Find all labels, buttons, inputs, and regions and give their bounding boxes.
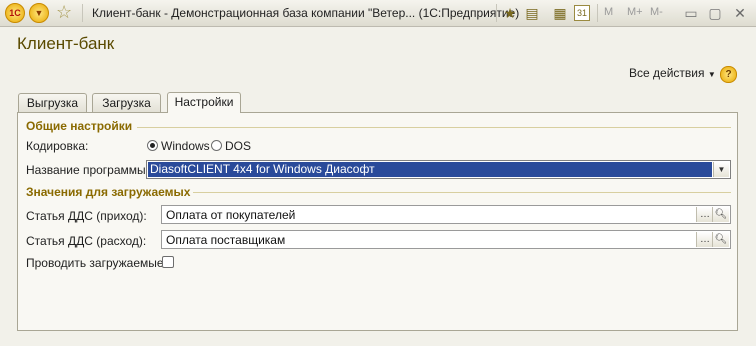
expense-label: Статья ДДС (расход): — [26, 234, 147, 248]
document-icon[interactable]: ▤ — [523, 4, 541, 22]
post-imported-checkbox[interactable] — [162, 256, 174, 268]
select-ellipsis-button[interactable]: … — [696, 207, 713, 222]
window-title: Клиент-банк - Демонстрационная база комп… — [92, 6, 520, 20]
select-ellipsis-button[interactable]: … — [696, 232, 713, 247]
maximize-icon[interactable]: ▢ — [706, 4, 724, 22]
close-icon[interactable]: ✕ — [731, 4, 749, 22]
section-import-title: Значения для загружаемых — [26, 185, 191, 199]
memory-m-button[interactable]: M — [604, 6, 613, 18]
encoding-windows-label[interactable]: Windows — [161, 139, 210, 153]
toolbar-separator — [496, 4, 497, 22]
app-logo-icon[interactable]: 1С — [5, 3, 25, 23]
favorites-icon[interactable]: ★ — [501, 4, 519, 22]
memory-plus-button[interactable]: M+ — [627, 6, 643, 18]
encoding-dos-label[interactable]: DOS — [225, 139, 251, 153]
search-icon[interactable]: 🔍︎ — [712, 232, 729, 247]
radio-selected-dot — [150, 143, 155, 148]
all-actions-menu[interactable]: Все действия ▼ — [629, 66, 716, 80]
toolbar-separator — [597, 4, 598, 22]
calculator-icon[interactable]: ▦ — [551, 4, 569, 22]
tab-import[interactable]: Загрузка — [92, 93, 161, 112]
encoding-windows-radio[interactable] — [147, 140, 158, 151]
section-general-title: Общие настройки — [26, 119, 133, 133]
main-menu-button[interactable]: ▼ — [29, 3, 49, 23]
program-name-value: DiasoftCLIENT 4x4 for Windows Диасофт — [148, 162, 712, 177]
chevron-down-icon: ▼ — [707, 70, 716, 79]
toolbar-separator — [82, 4, 83, 22]
post-imported-label: Проводить загружаемые: — [26, 256, 167, 270]
income-field[interactable]: Оплата от покупателей … 🔍︎ — [161, 205, 731, 224]
chevron-down-icon[interactable]: ▼ — [713, 162, 729, 177]
section-divider — [193, 192, 731, 193]
search-icon[interactable]: 🔍︎ — [712, 207, 729, 222]
page-title: Клиент-банк — [17, 34, 115, 53]
income-value: Оплата от покупателей — [166, 208, 296, 222]
tab-settings[interactable]: Настройки — [167, 92, 241, 113]
expense-field[interactable]: Оплата поставщикам … 🔍︎ — [161, 230, 731, 249]
tab-export[interactable]: Выгрузка — [18, 93, 87, 112]
section-divider — [137, 127, 731, 128]
star-icon[interactable]: ☆ — [56, 2, 72, 23]
program-name-select[interactable]: DiasoftCLIENT 4x4 for Windows Диасофт ▼ — [146, 160, 731, 179]
encoding-dos-radio[interactable] — [211, 140, 222, 151]
help-button[interactable]: ? — [720, 66, 737, 83]
minimize-icon[interactable]: ▭ — [682, 4, 700, 22]
expense-value: Оплата поставщикам — [166, 233, 286, 247]
memory-minus-button[interactable]: M- — [650, 6, 663, 18]
program-name-label: Название программы: — [26, 163, 149, 177]
all-actions-label: Все действия — [629, 66, 705, 80]
income-label: Статья ДДС (приход): — [26, 209, 147, 223]
calendar-icon[interactable]: 31 — [574, 5, 590, 21]
encoding-label: Кодировка: — [26, 139, 89, 153]
